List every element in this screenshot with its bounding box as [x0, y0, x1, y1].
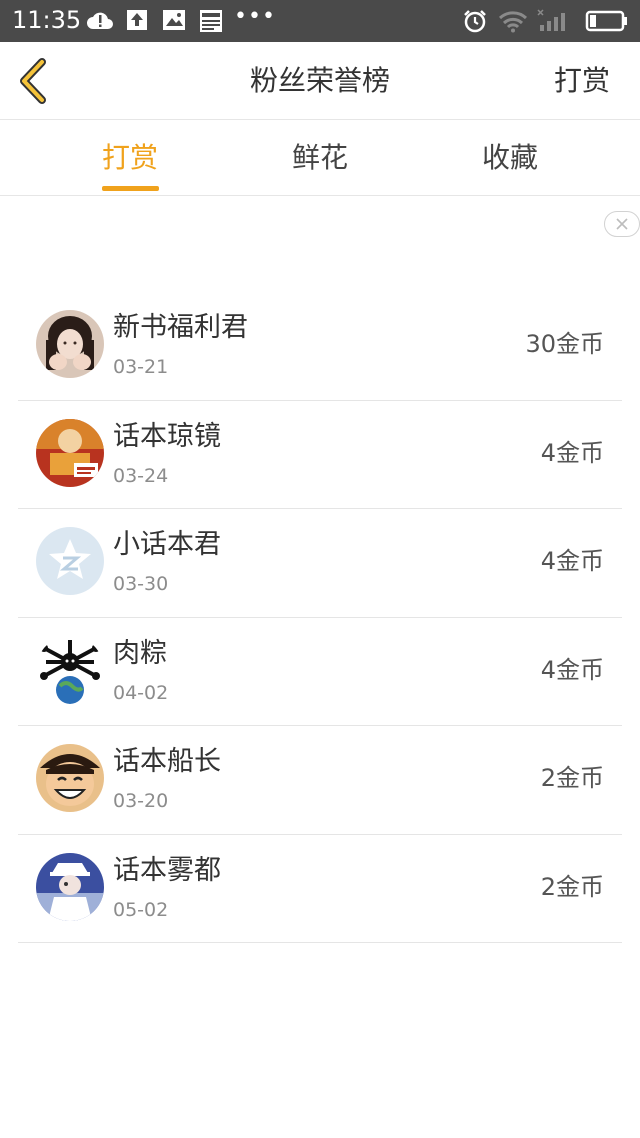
tab-flowers[interactable]: 鲜花 [260, 120, 380, 196]
list-item[interactable]: 小话本君 03-30 4金币 [18, 509, 622, 618]
close-icon [616, 218, 628, 230]
status-bar: 11:35 ••• [0, 0, 640, 42]
tip-button[interactable]: 打赏 [554, 62, 610, 100]
user-name: 话本琼镜 [113, 420, 221, 452]
wifi-icon [498, 11, 528, 33]
fan-ranking-list: 新书福利君 03-21 30金币 话本琼镜 03-24 4金币 小话本君 03-… [18, 292, 622, 943]
list-item[interactable]: 话本船长 03-20 2金币 [18, 726, 622, 835]
list-item[interactable]: 新书福利君 03-21 30金币 [18, 292, 622, 401]
tab-bar: 打赏 鲜花 收藏 [0, 120, 640, 196]
tab-favorites[interactable]: 收藏 [450, 120, 570, 196]
avatar [36, 418, 104, 487]
tip-date: 03-30 [113, 573, 169, 595]
tip-amount: 2金币 [540, 872, 604, 901]
tip-amount: 4金币 [540, 438, 604, 467]
top-navigation: 粉丝荣誉榜 打赏 [0, 42, 640, 120]
list-item[interactable]: 肉粽 04-02 4金币 [18, 618, 622, 726]
avatar [36, 852, 104, 921]
tip-amount: 4金币 [540, 547, 604, 575]
tip-date: 03-21 [113, 356, 169, 378]
list-item[interactable]: 话本雾都 05-02 2金币 [18, 835, 622, 943]
tip-amount: 2金币 [540, 764, 604, 792]
tip-date: 03-24 [113, 464, 169, 487]
page-title: 粉丝荣誉榜 [249, 64, 390, 97]
news-icon [200, 10, 222, 32]
upload-icon [127, 10, 147, 30]
user-name: 新书福利君 [113, 312, 248, 343]
tip-amount: 4金币 [540, 655, 604, 684]
user-name: 小话本君 [113, 529, 221, 560]
user-name: 肉粽 [113, 637, 167, 669]
signal-icon [537, 9, 565, 31]
alarm-icon [464, 10, 486, 33]
list-item[interactable]: 话本琼镜 03-24 4金币 [18, 401, 622, 509]
status-time: 11:35 [12, 6, 82, 34]
avatar [36, 635, 104, 704]
user-name: 话本船长 [113, 746, 221, 777]
tip-date: 05-02 [113, 898, 169, 921]
more-notifications: ••• [234, 4, 276, 29]
image-icon [163, 10, 185, 30]
avatar [36, 744, 104, 812]
tab-tip[interactable]: 打赏 [70, 120, 190, 196]
tip-date: 04-02 [113, 681, 169, 704]
cloud-alert-icon [87, 12, 113, 29]
tip-amount: 30金币 [525, 330, 604, 358]
tip-date: 03-20 [113, 790, 169, 812]
close-button[interactable] [604, 211, 640, 237]
avatar [36, 310, 104, 378]
battery-icon [585, 10, 627, 32]
active-tab-indicator [102, 186, 159, 191]
user-name: 话本雾都 [113, 854, 221, 886]
avatar [36, 527, 104, 595]
